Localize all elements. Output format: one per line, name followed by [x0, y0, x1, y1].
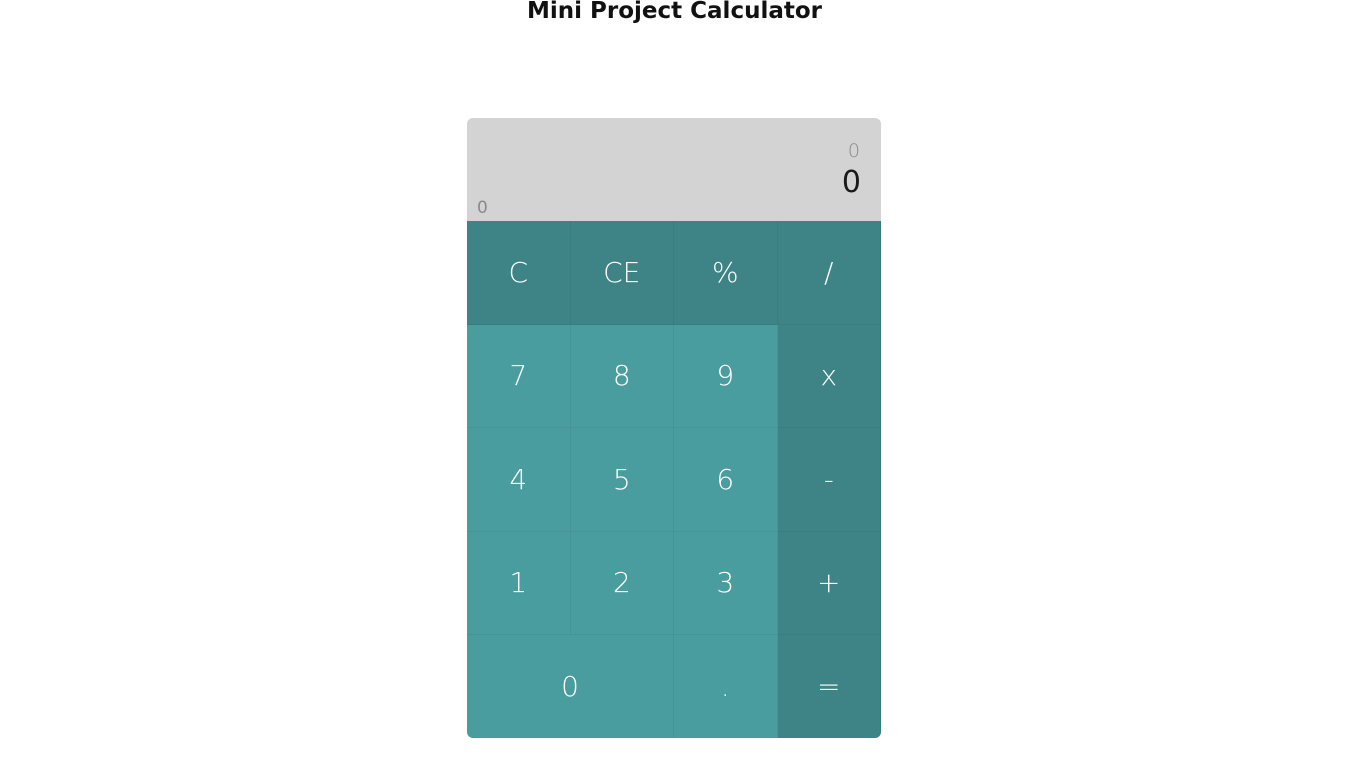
digit-9-button[interactable]: 9	[674, 324, 778, 428]
calculator-display: 0 0 0	[467, 118, 881, 221]
divide-button[interactable]: /	[777, 221, 881, 325]
digit-8-button[interactable]: 8	[570, 324, 674, 428]
keypad: C CE % / 7 8 9 x 4 5 6 - 1 2 3 + 0 . =	[467, 221, 881, 738]
percent-button[interactable]: %	[674, 221, 778, 325]
digit-5-button[interactable]: 5	[570, 428, 674, 532]
current-operand: 0	[841, 165, 861, 200]
calculator: 0 0 0 C CE % / 7 8 9 x 4 5 6 - 1 2 3 + 0…	[467, 118, 881, 738]
multiply-button[interactable]: x	[777, 324, 881, 428]
digit-0-button[interactable]: 0	[467, 635, 674, 738]
add-button[interactable]: +	[777, 531, 881, 635]
decimal-button[interactable]: .	[674, 635, 778, 738]
digit-2-button[interactable]: 2	[570, 531, 674, 635]
digit-4-button[interactable]: 4	[467, 428, 571, 532]
digit-6-button[interactable]: 6	[674, 428, 778, 532]
page-title: Mini Project Calculator	[527, 0, 822, 24]
clear-button[interactable]: C	[467, 221, 571, 325]
subtract-button[interactable]: -	[777, 428, 881, 532]
digit-1-button[interactable]: 1	[467, 531, 571, 635]
previous-operand: 0	[847, 140, 860, 162]
memory-value: 0	[477, 198, 488, 218]
digit-7-button[interactable]: 7	[467, 324, 571, 428]
clear-entry-button[interactable]: CE	[570, 221, 674, 325]
digit-3-button[interactable]: 3	[674, 531, 778, 635]
equals-button[interactable]: =	[777, 635, 881, 738]
